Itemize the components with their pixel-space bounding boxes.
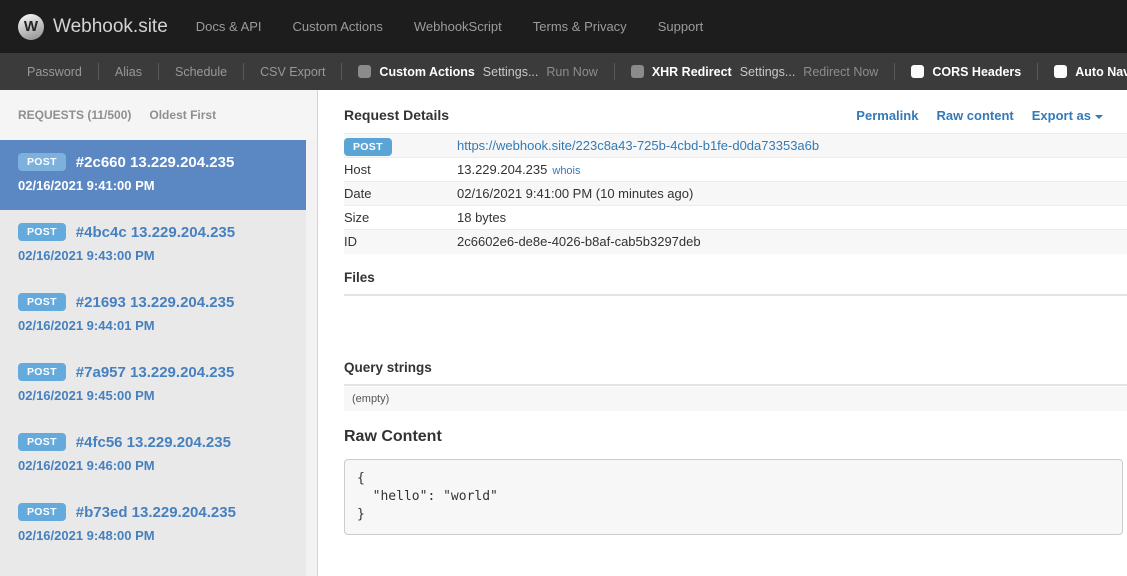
request-details-table: POST https://webhook.site/223c8a43-725b-… [344, 133, 1127, 254]
schedule-button[interactable]: Schedule [175, 65, 227, 79]
request-list-item[interactable]: POST #21693 13.229.204.235 02/16/2021 9:… [0, 280, 317, 350]
brand[interactable]: W Webhook.site [18, 14, 168, 40]
table-row: Host 13.229.204.235 whois [344, 158, 1127, 182]
request-title: #7a957 13.229.204.235 [76, 364, 235, 381]
export-as-label: Export as [1032, 108, 1091, 123]
raw-content-link[interactable]: Raw content [936, 108, 1013, 123]
redirect-now-button[interactable]: Redirect Now [803, 65, 878, 79]
xhr-redirect-settings-link[interactable]: Settings... [740, 65, 796, 79]
method-badge: POST [18, 223, 66, 241]
query-strings-empty-value: (empty) [344, 387, 1127, 411]
row-label: Date [344, 182, 457, 206]
whois-link[interactable]: whois [552, 165, 580, 177]
toolbar-divider [243, 63, 244, 80]
request-title: #21693 13.229.204.235 [76, 294, 235, 311]
permalink-link[interactable]: Permalink [856, 108, 918, 123]
cors-headers-group: CORS Headers [911, 65, 1021, 79]
request-list-item[interactable]: POST #7a957 13.229.204.235 02/16/2021 9:… [0, 350, 317, 420]
toolbar-divider [341, 63, 342, 80]
files-empty-area [344, 296, 1127, 344]
request-url-link[interactable]: https://webhook.site/223c8a43-725b-4cbd-… [457, 138, 819, 153]
nav-item-support[interactable]: Support [658, 19, 704, 34]
request-details-panel: Request Details Permalink Raw content Ex… [318, 90, 1127, 576]
custom-actions-group: Custom Actions Settings... Run Now [358, 65, 597, 79]
request-title: #4bc4c 13.229.204.235 [76, 224, 235, 241]
table-row: Date 02/16/2021 9:41:00 PM (10 minutes a… [344, 182, 1127, 206]
toolbar-divider [1037, 63, 1038, 80]
request-list-item[interactable]: POST #2c660 13.229.204.235 02/16/2021 9:… [0, 140, 317, 210]
row-label: ID [344, 230, 457, 254]
alias-button[interactable]: Alias [115, 65, 142, 79]
custom-actions-checkbox[interactable] [358, 65, 371, 78]
table-row: POST https://webhook.site/223c8a43-725b-… [344, 134, 1127, 158]
row-label: Size [344, 206, 457, 230]
toolbar-divider [158, 63, 159, 80]
nav-item-custom-actions[interactable]: Custom Actions [293, 19, 383, 34]
request-timestamp: 02/16/2021 9:41:00 PM [18, 178, 299, 193]
table-row: ID 2c6602e6-de8e-4026-b8af-cab5b3297deb [344, 230, 1127, 254]
requests-header: REQUESTS (11/500) Oldest First [0, 90, 317, 140]
toolbar-divider [894, 63, 895, 80]
brand-name: Webhook.site [53, 16, 168, 38]
id-value: 2c6602e6-de8e-4026-b8af-cab5b3297deb [457, 230, 1127, 254]
chevron-down-icon [1095, 115, 1103, 119]
sidebar-scrollbar[interactable] [306, 140, 317, 576]
auto-navigate-group: Auto Navigate [1054, 65, 1127, 79]
date-value: 02/16/2021 9:41:00 PM (10 minutes ago) [457, 182, 1127, 206]
password-button[interactable]: Password [27, 65, 82, 79]
xhr-redirect-checkbox[interactable] [631, 65, 644, 78]
request-title: #2c660 13.229.204.235 [76, 154, 235, 171]
request-list-item[interactable]: POST #b73ed 13.229.204.235 02/16/2021 9:… [0, 490, 317, 560]
raw-content-section-header: Raw Content [344, 428, 1127, 446]
toolbar-divider [614, 63, 615, 80]
table-row: Size 18 bytes [344, 206, 1127, 230]
nav-item-webhookscript[interactable]: WebhookScript [414, 19, 502, 34]
request-list-item[interactable]: POST #4fc56 13.229.204.235 02/16/2021 9:… [0, 420, 317, 490]
request-title: #4fc56 13.229.204.235 [76, 434, 231, 451]
method-badge: POST [18, 363, 66, 381]
export-as-dropdown[interactable]: Export as [1032, 108, 1103, 123]
requests-count-label: REQUESTS (11/500) [18, 108, 131, 122]
custom-actions-settings-link[interactable]: Settings... [483, 65, 539, 79]
auto-navigate-label: Auto Navigate [1075, 65, 1127, 79]
csv-export-button[interactable]: CSV Export [260, 65, 325, 79]
xhr-redirect-group: XHR Redirect Settings... Redirect Now [631, 65, 879, 79]
page-title: Request Details [344, 107, 449, 123]
top-navbar: W Webhook.site Docs & API Custom Actions… [0, 0, 1127, 53]
nav-item-docs-api[interactable]: Docs & API [196, 19, 262, 34]
request-list-item[interactable]: POST #4bc4c 13.229.204.235 02/16/2021 9:… [0, 210, 317, 280]
secondary-toolbar: Password Alias Schedule CSV Export Custo… [0, 53, 1127, 90]
method-badge: POST [344, 138, 392, 156]
request-timestamp: 02/16/2021 9:43:00 PM [18, 248, 299, 263]
sort-order-toggle[interactable]: Oldest First [149, 108, 216, 122]
request-timestamp: 02/16/2021 9:46:00 PM [18, 458, 299, 473]
navbar-menu: Docs & API Custom Actions WebhookScript … [196, 19, 703, 34]
requests-sidebar: REQUESTS (11/500) Oldest First POST #2c6… [0, 90, 318, 576]
cors-headers-label: CORS Headers [932, 65, 1021, 79]
custom-actions-label: Custom Actions [379, 65, 474, 79]
cors-headers-checkbox[interactable] [911, 65, 924, 78]
host-value: 13.229.204.235 [457, 162, 547, 177]
size-value: 18 bytes [457, 206, 1127, 230]
toolbar-divider [98, 63, 99, 80]
request-timestamp: 02/16/2021 9:45:00 PM [18, 388, 299, 403]
files-section-header: Files [344, 270, 1127, 296]
raw-content-body[interactable]: { "hello": "world" } [344, 459, 1123, 536]
run-now-button[interactable]: Run Now [546, 65, 597, 79]
method-badge: POST [18, 293, 66, 311]
webhook-logo-icon: W [18, 14, 44, 40]
query-strings-section-header: Query strings [344, 360, 1127, 386]
request-timestamp: 02/16/2021 9:48:00 PM [18, 528, 299, 543]
nav-item-terms-privacy[interactable]: Terms & Privacy [533, 19, 627, 34]
request-title: #b73ed 13.229.204.235 [76, 504, 236, 521]
request-timestamp: 02/16/2021 9:44:01 PM [18, 318, 299, 333]
xhr-redirect-label: XHR Redirect [652, 65, 732, 79]
method-badge: POST [18, 433, 66, 451]
method-badge: POST [18, 503, 66, 521]
row-label: Host [344, 158, 457, 182]
method-badge: POST [18, 153, 66, 171]
auto-navigate-checkbox[interactable] [1054, 65, 1067, 78]
